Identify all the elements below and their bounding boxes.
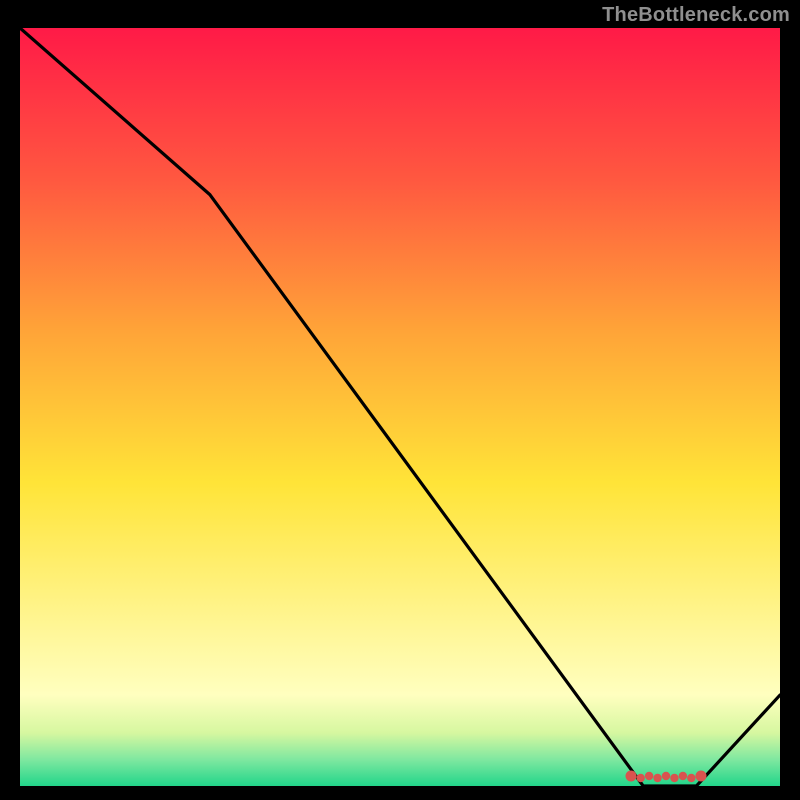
chart-plot-area xyxy=(20,28,780,786)
chart-frame: TheBottleneck.com xyxy=(0,0,800,800)
minimum-marker xyxy=(626,771,707,783)
bottleneck-curve xyxy=(20,28,780,786)
attribution-label: TheBottleneck.com xyxy=(602,4,790,27)
chart-overlay xyxy=(20,28,780,786)
